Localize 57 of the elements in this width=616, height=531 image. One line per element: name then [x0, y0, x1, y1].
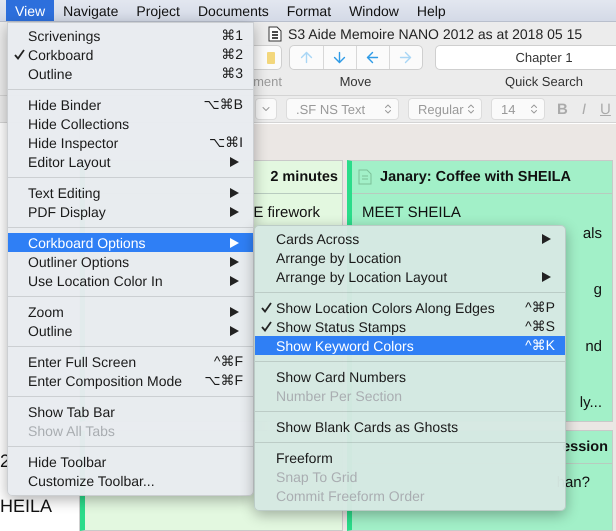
arrow-icon: [331, 49, 348, 66]
menu-item[interactable]: Cards Across: [255, 229, 565, 248]
card-text: nd: [585, 336, 602, 357]
menu-bar-item[interactable]: Navigate: [54, 0, 128, 21]
menu-item[interactable]: PDF Display: [8, 202, 253, 221]
menu-bar-item[interactable]: Project: [127, 0, 189, 21]
menu-item[interactable]: Editor Layout: [8, 152, 253, 171]
menu-item[interactable]: Outliner Options: [8, 252, 253, 271]
menu-item[interactable]: Hide Toolbar: [8, 452, 253, 471]
toolbar-label: Quick Search: [504, 74, 584, 89]
menu-item[interactable]: Hide Collections: [8, 114, 253, 133]
document-icon: [358, 169, 372, 185]
menu-item[interactable]: Show Status Stamps ^⌘S: [255, 317, 565, 336]
window-title: S3 Aide Memoire NANO 2012 as at 2018 05 15: [288, 26, 582, 42]
card-text: E firework: [253, 203, 320, 223]
menu-item[interactable]: Customize Toolbar...: [8, 471, 253, 490]
menu-item[interactable]: Zoom: [8, 302, 253, 321]
toolbar-label: ment: [253, 74, 282, 89]
card-text: als: [582, 224, 602, 244]
menu-bar-item[interactable]: Documents: [188, 0, 278, 21]
menu-item[interactable]: Enter Full Screen ^⌘F: [8, 352, 253, 371]
menu-item[interactable]: Scrivenings ⌘1: [8, 26, 253, 45]
menu-item[interactable]: Hide Binder ⌥⌘B: [8, 95, 253, 114]
document-icon: [268, 26, 282, 42]
menu-item[interactable]: Show Blank Cards as Ghosts: [255, 417, 565, 436]
menu-item[interactable]: Show Card Numbers: [255, 367, 565, 386]
binder-item[interactable]: HEILA: [0, 496, 79, 517]
menu-item[interactable]: Arrange by Location Layout: [255, 267, 565, 286]
menu-item[interactable]: Arrange by Location: [255, 248, 565, 267]
card-text: MEET SHEILA: [362, 203, 461, 223]
card-title: 2 minutes: [270, 169, 338, 185]
menu-item[interactable]: Text Editing: [8, 183, 253, 202]
menu-bar-item[interactable]: Window: [340, 0, 408, 21]
menu-item[interactable]: Corkboard Options: [8, 233, 253, 252]
card-text: ly...: [580, 392, 602, 413]
menu-item[interactable]: Corkboard ⌘2: [8, 45, 253, 64]
menu-item[interactable]: Outline: [8, 321, 253, 340]
menu-bar-item[interactable]: Format: [278, 0, 340, 21]
menu-item[interactable]: Use Location Color In: [8, 271, 253, 290]
menu-item[interactable]: Outline ⌘3: [8, 64, 253, 83]
stepper-arrows-icon: [465, 103, 477, 115]
dropdown[interactable]: [255, 98, 277, 120]
toolbar-label: Move: [340, 74, 372, 89]
menu-item[interactable]: Show Tab Bar: [8, 402, 253, 421]
card-title: Janary: Coffee with SHEILA: [380, 169, 571, 185]
menu-bar-item[interactable]: Help: [408, 0, 455, 21]
card-text: g: [594, 280, 602, 300]
stepper-arrows-icon: [382, 103, 394, 115]
menu-item[interactable]: Hide Inspector ⌥⌘I: [8, 133, 253, 152]
card-title: ession: [562, 439, 608, 455]
menu-item[interactable]: Show Keyword Colors ^⌘K: [255, 336, 565, 355]
search-field[interactable]: Chapter 1: [435, 45, 616, 70]
menu-item[interactable]: Enter Composition Mode ⌥⌘F: [8, 371, 253, 390]
menu-bar-item[interactable]: View: [6, 0, 54, 21]
menu-item[interactable]: Show Location Colors Along Edges ^⌘P: [255, 298, 565, 317]
stepper-arrows-icon: [528, 103, 540, 115]
menu-item[interactable]: Freeform: [255, 448, 565, 467]
